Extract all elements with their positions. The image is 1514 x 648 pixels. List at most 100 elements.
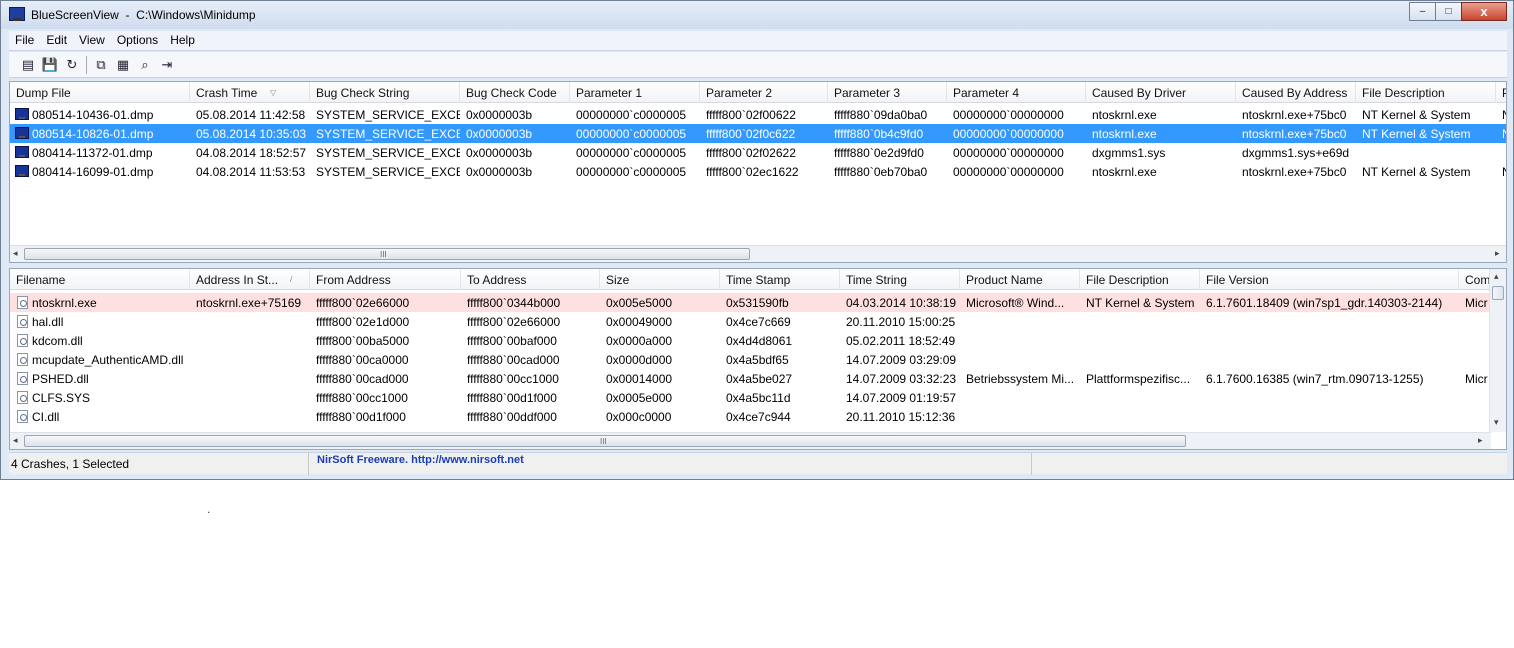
scroll-left-icon[interactable]: ◂ xyxy=(13,248,18,259)
col-caused-by-driver[interactable]: Caused By Driver xyxy=(1086,82,1236,103)
cell-caused-by-driver: ntoskrnl.exe xyxy=(1092,127,1157,141)
col-parameter-1[interactable]: Parameter 1 xyxy=(570,82,700,103)
cell-file-version xyxy=(1200,331,1459,350)
minimize-button[interactable]: – xyxy=(1409,2,1436,21)
col-time-string[interactable]: Time String xyxy=(840,269,960,290)
cell-file-description: NT Kernel & System xyxy=(1362,108,1471,122)
col-filename[interactable]: Filename xyxy=(10,269,190,290)
driver-row[interactable]: kdcom.dll fffff800`00ba5000 fffff800`00baf… xyxy=(10,331,1490,350)
cell-parameter-1: 00000000`c0000005 xyxy=(576,165,687,179)
crash-row[interactable]: 080414-16099-01.dmp 04.08.2014 11:53:53 SY… xyxy=(10,162,1506,181)
col-dump-file[interactable]: Dump File xyxy=(10,82,190,103)
cell-product-name xyxy=(960,331,1080,350)
cell-bug-check-code: 0x0000003b xyxy=(466,165,533,179)
crash-list[interactable]: Dump File Crash Time ▽ Bug Check String … xyxy=(9,81,1507,263)
driver-list-hscroll-thumb[interactable]: III xyxy=(24,435,1186,447)
html-report-icon[interactable]: ▦ xyxy=(112,55,134,75)
cell-address-in-stack xyxy=(190,331,310,350)
cell-bug-check-code: 0x0000003b xyxy=(466,108,533,122)
col-bug-check-code[interactable]: Bug Check Code xyxy=(460,82,570,103)
save-icon[interactable]: 💾 xyxy=(39,55,61,75)
nirsoft-link[interactable]: NirSoft Freeware. http://www.nirsoft.net xyxy=(309,453,1032,475)
cell-address-in-stack xyxy=(190,369,310,388)
col-caused-by-address[interactable]: Caused By Address xyxy=(1236,82,1356,103)
menu-options[interactable]: Options xyxy=(111,31,164,50)
driver-list-hscrollbar[interactable]: ◂ III ▸ xyxy=(10,432,1491,449)
cell-file-description xyxy=(1356,143,1496,162)
cell-product-name xyxy=(960,388,1080,407)
col-product-name[interactable]: Product Name xyxy=(960,269,1080,290)
cell-caused-by-driver: ntoskrnl.exe xyxy=(1092,165,1157,179)
scroll-right-icon[interactable]: ▸ xyxy=(1478,435,1483,446)
cell-dump-file: 080414-16099-01.dmp xyxy=(32,165,154,179)
cell-product-name: N xyxy=(1496,124,1506,143)
col-from-address[interactable]: From Address xyxy=(310,269,461,290)
col-crash-time[interactable]: Crash Time ▽ xyxy=(190,82,310,103)
driver-row[interactable]: mcupdate_AuthenticAMD.dll fffff880`00ca00… xyxy=(10,350,1490,369)
crash-row[interactable]: 080514-10826-01.dmp 05.08.2014 10:35:03 SY… xyxy=(10,124,1506,143)
crash-row[interactable]: 080414-11372-01.dmp 04.08.2014 18:52:57 SY… xyxy=(10,143,1506,162)
col-file-version[interactable]: File Version xyxy=(1200,269,1459,290)
driver-row[interactable]: CLFS.SYS fffff880`00cc1000 fffff880`00d1f0… xyxy=(10,388,1490,407)
col-bug-check-string[interactable]: Bug Check String xyxy=(310,82,460,103)
col-company[interactable]: Com xyxy=(1459,269,1491,290)
col-address-in-stack[interactable]: Address In St... / xyxy=(190,269,310,290)
col-product-name[interactable]: P xyxy=(1496,82,1506,103)
refresh-icon[interactable]: ↻ xyxy=(61,55,83,75)
toolbar-separator xyxy=(86,55,87,74)
col-parameter-2[interactable]: Parameter 2 xyxy=(700,82,828,103)
col-parameter-3[interactable]: Parameter 3 xyxy=(828,82,947,103)
cell-address-in-stack xyxy=(190,407,310,426)
cell-bug-check-code: 0x0000003b xyxy=(466,146,533,160)
cell-file-description xyxy=(1080,350,1200,369)
menu-edit[interactable]: Edit xyxy=(40,31,73,50)
col-file-description[interactable]: File Description xyxy=(1080,269,1200,290)
scroll-down-icon[interactable]: ▾ xyxy=(1494,417,1499,428)
properties-icon[interactable]: ▤ xyxy=(17,55,39,75)
menu-file[interactable]: File xyxy=(9,31,40,50)
cell-parameter-4: 00000000`00000000 xyxy=(953,108,1064,122)
exit-icon[interactable]: ⇥ xyxy=(156,55,178,75)
find-icon[interactable]: ⌕ xyxy=(134,55,156,75)
cell-dump-file: 080514-10826-01.dmp xyxy=(32,127,154,141)
scroll-right-icon[interactable]: ▸ xyxy=(1495,248,1500,259)
close-button[interactable]: x xyxy=(1461,2,1507,21)
cell-from-address: fffff880`00cad000 xyxy=(316,372,409,386)
driver-row[interactable]: hal.dll fffff800`02e1d000 fffff800`02e6600… xyxy=(10,312,1490,331)
col-to-address[interactable]: To Address xyxy=(461,269,600,290)
scroll-left-icon[interactable]: ◂ xyxy=(13,435,18,446)
cell-size: 0x005e5000 xyxy=(606,296,673,310)
col-parameter-4[interactable]: Parameter 4 xyxy=(947,82,1086,103)
col-size[interactable]: Size xyxy=(600,269,720,290)
driver-row[interactable]: ntoskrnl.exe ntoskrnl.exe+75169 fffff800`0… xyxy=(10,293,1490,312)
crash-list-hscrollbar[interactable]: ◂ III ▸ xyxy=(10,245,1506,262)
driver-list-vscrollbar[interactable]: ▴ ▾ xyxy=(1489,269,1506,432)
cell-from-address: fffff880`00d1f000 xyxy=(316,410,406,424)
driver-list-vscroll-thumb[interactable] xyxy=(1492,286,1504,300)
crash-list-hscroll-thumb[interactable]: III xyxy=(24,248,750,260)
maximize-button[interactable]: □ xyxy=(1435,2,1462,21)
window-controls: – □ x xyxy=(1409,2,1507,21)
menu-help[interactable]: Help xyxy=(164,31,201,50)
copy-icon[interactable]: ⧉ xyxy=(90,55,112,75)
crash-row[interactable]: 080514-10436-01.dmp 05.08.2014 11:42:58 SY… xyxy=(10,105,1506,124)
driver-list[interactable]: Filename Address In St... / From Address… xyxy=(9,268,1507,450)
cell-from-address: fffff880`00cc1000 xyxy=(316,391,408,405)
driver-row[interactable]: CI.dll fffff880`00d1f000 fffff880`00ddf000… xyxy=(10,407,1490,426)
title-bar[interactable]: BlueScreenView - C:\Windows\Minidump – □… xyxy=(1,1,1513,29)
col-time-stamp[interactable]: Time Stamp xyxy=(720,269,840,290)
sort-descending-icon: ▽ xyxy=(270,88,277,97)
cell-product-name xyxy=(960,312,1080,331)
cell-parameter-2: fffff800`02ec1622 xyxy=(706,165,799,179)
driver-row[interactable]: PSHED.dll fffff880`00cad000 fffff880`00cc1… xyxy=(10,369,1490,388)
cell-filename: CLFS.SYS xyxy=(32,391,91,405)
col-file-description[interactable]: File Description xyxy=(1356,82,1496,103)
cell-bug-check-string: SYSTEM_SERVICE_EXCE... xyxy=(316,165,460,179)
cell-time-string: 14.07.2009 03:29:09 xyxy=(846,353,957,367)
cell-time-stamp: 0x4d4d8061 xyxy=(726,334,793,348)
menu-view[interactable]: View xyxy=(73,31,111,50)
cell-parameter-3: fffff880`0b4c9fd0 xyxy=(834,127,924,141)
cell-file-version xyxy=(1200,312,1459,331)
scroll-up-icon[interactable]: ▴ xyxy=(1494,271,1499,282)
cell-address-in-stack xyxy=(190,388,310,407)
